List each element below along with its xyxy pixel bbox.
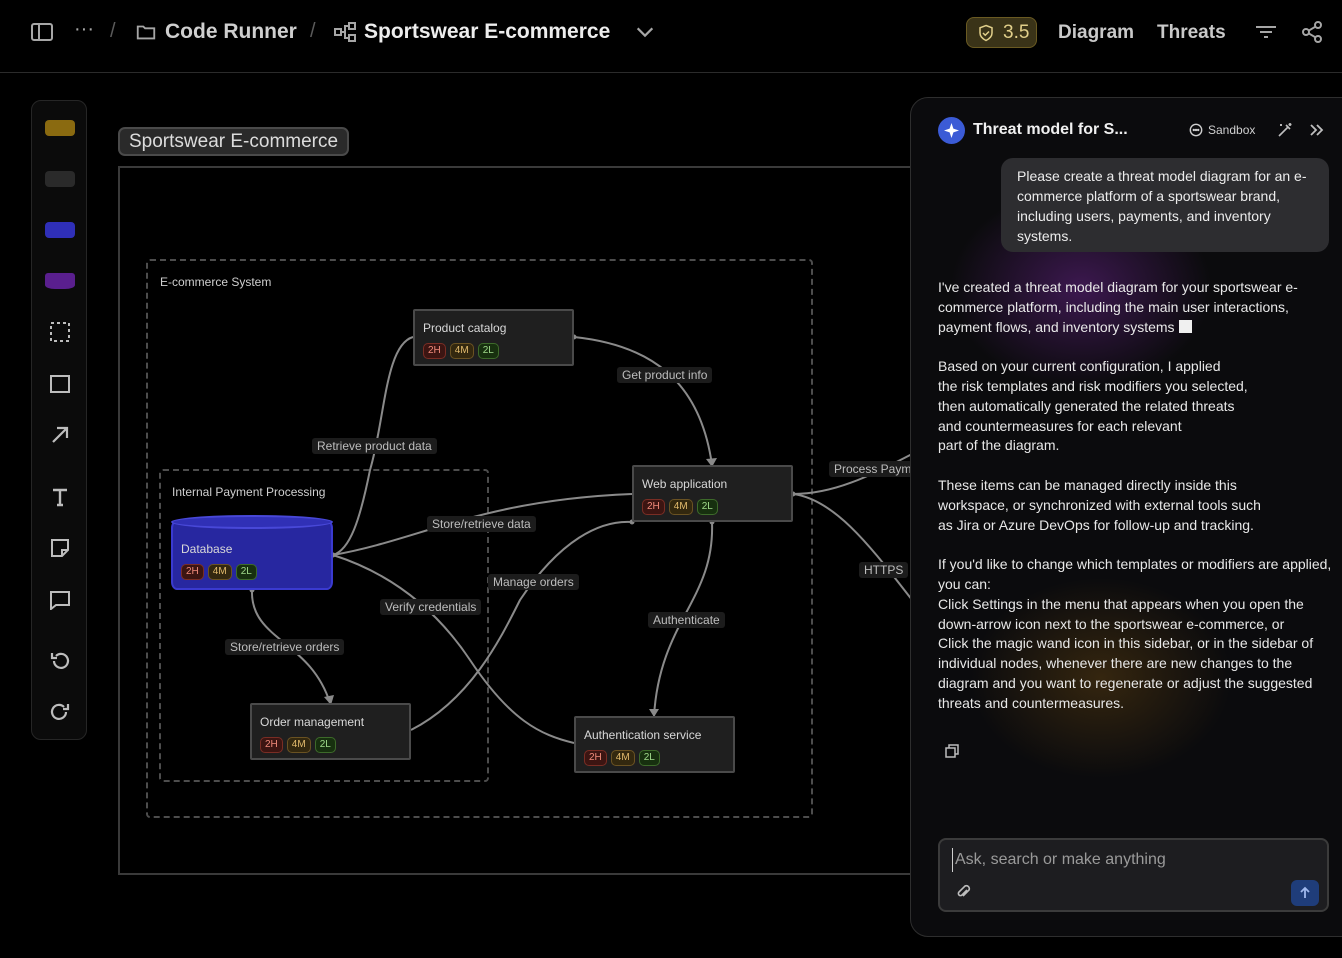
assistant-paragraph: If you'd like to change which templates … <box>938 556 1332 711</box>
assistant-paragraph: I've created a threat model diagram for … <box>938 279 1298 335</box>
copy-icon[interactable] <box>945 744 959 758</box>
node-product-catalog[interactable]: Product catalog 2H 4M 2L <box>413 309 574 366</box>
node-label: Product catalog <box>423 321 507 335</box>
high-risk-badge: 2H <box>423 343 446 359</box>
node-order-management[interactable]: Order management 2H 4M 2L <box>250 703 411 760</box>
user-message-bubble: Please create a threat model diagram for… <box>1001 158 1329 252</box>
high-risk-badge: 2H <box>181 564 204 580</box>
node-label: Web application <box>642 477 728 491</box>
low-risk-badge: 2L <box>638 750 660 766</box>
medium-risk-badge: 4M <box>610 750 635 766</box>
node-label: Order management <box>260 715 365 729</box>
assistant-paragraph: These items can be managed directly insi… <box>938 476 1261 533</box>
medium-risk-badge: 4M <box>207 564 232 580</box>
medium-risk-badge: 4M <box>286 737 311 753</box>
medium-risk-badge: 4M <box>668 499 693 515</box>
node-database[interactable]: Database 2H 4M 2L <box>171 520 333 590</box>
chat-input[interactable] <box>952 848 1312 872</box>
edge-label-retrieve-product-data[interactable]: Retrieve product data <box>312 438 437 454</box>
high-risk-badge: 2H <box>584 750 607 766</box>
assistant-avatar-icon <box>938 117 965 144</box>
collapse-panel-icon[interactable] <box>1308 122 1324 138</box>
medium-risk-badge: 4M <box>449 343 474 359</box>
node-label: Database <box>181 542 233 556</box>
high-risk-badge: 2H <box>260 737 283 753</box>
edge-label-manage-orders[interactable]: Manage orders <box>488 574 579 590</box>
chat-title: Threat model for S... <box>973 121 1128 138</box>
edge-label-get-product-info[interactable]: Get product info <box>617 367 713 383</box>
assistant-panel: Threat model for S... Sandbox Please cre… <box>910 97 1342 937</box>
assistant-message: I've created a threat model diagram for … <box>938 278 1338 733</box>
edge-label-store-retrieve-orders[interactable]: Store/retrieve orders <box>225 639 345 655</box>
high-risk-badge: 2H <box>642 499 665 515</box>
low-risk-badge: 2L <box>314 737 336 753</box>
node-label: Authentication service <box>584 728 702 742</box>
low-risk-badge: 2L <box>477 343 499 359</box>
streaming-cursor <box>1178 319 1192 333</box>
sandbox-label: Sandbox <box>1208 123 1256 137</box>
send-button[interactable] <box>1291 880 1319 906</box>
magic-wand-icon[interactable] <box>1277 122 1293 138</box>
edge-label-https[interactable]: HTTPS <box>859 562 909 578</box>
node-authentication-service[interactable]: Authentication service 2H 4M 2L <box>574 716 735 773</box>
edge-label-authenticate[interactable]: Authenticate <box>648 612 725 628</box>
database-cylinder-top <box>171 515 333 529</box>
node-web-application[interactable]: Web application 2H 4M 2L <box>632 465 793 522</box>
edge-label-process-payment[interactable]: Process Paym <box>829 461 917 477</box>
sandbox-button[interactable]: Sandbox <box>1189 123 1255 137</box>
edge-get-product-info <box>573 336 713 466</box>
paperclip-icon[interactable] <box>956 884 972 900</box>
edge-label-verify-credentials[interactable]: Verify credentials <box>380 599 482 615</box>
assistant-paragraph: Based on your current configuration, I a… <box>938 358 1248 454</box>
chat-bubble-icon <box>1189 123 1203 137</box>
edge-https <box>792 493 921 611</box>
edge-label-store-retrieve-data[interactable]: Store/retrieve data <box>427 516 536 532</box>
low-risk-badge: 2L <box>696 499 718 515</box>
chat-input-box[interactable] <box>938 838 1329 912</box>
arrow-up-icon <box>1300 886 1310 898</box>
low-risk-badge: 2L <box>235 564 257 580</box>
